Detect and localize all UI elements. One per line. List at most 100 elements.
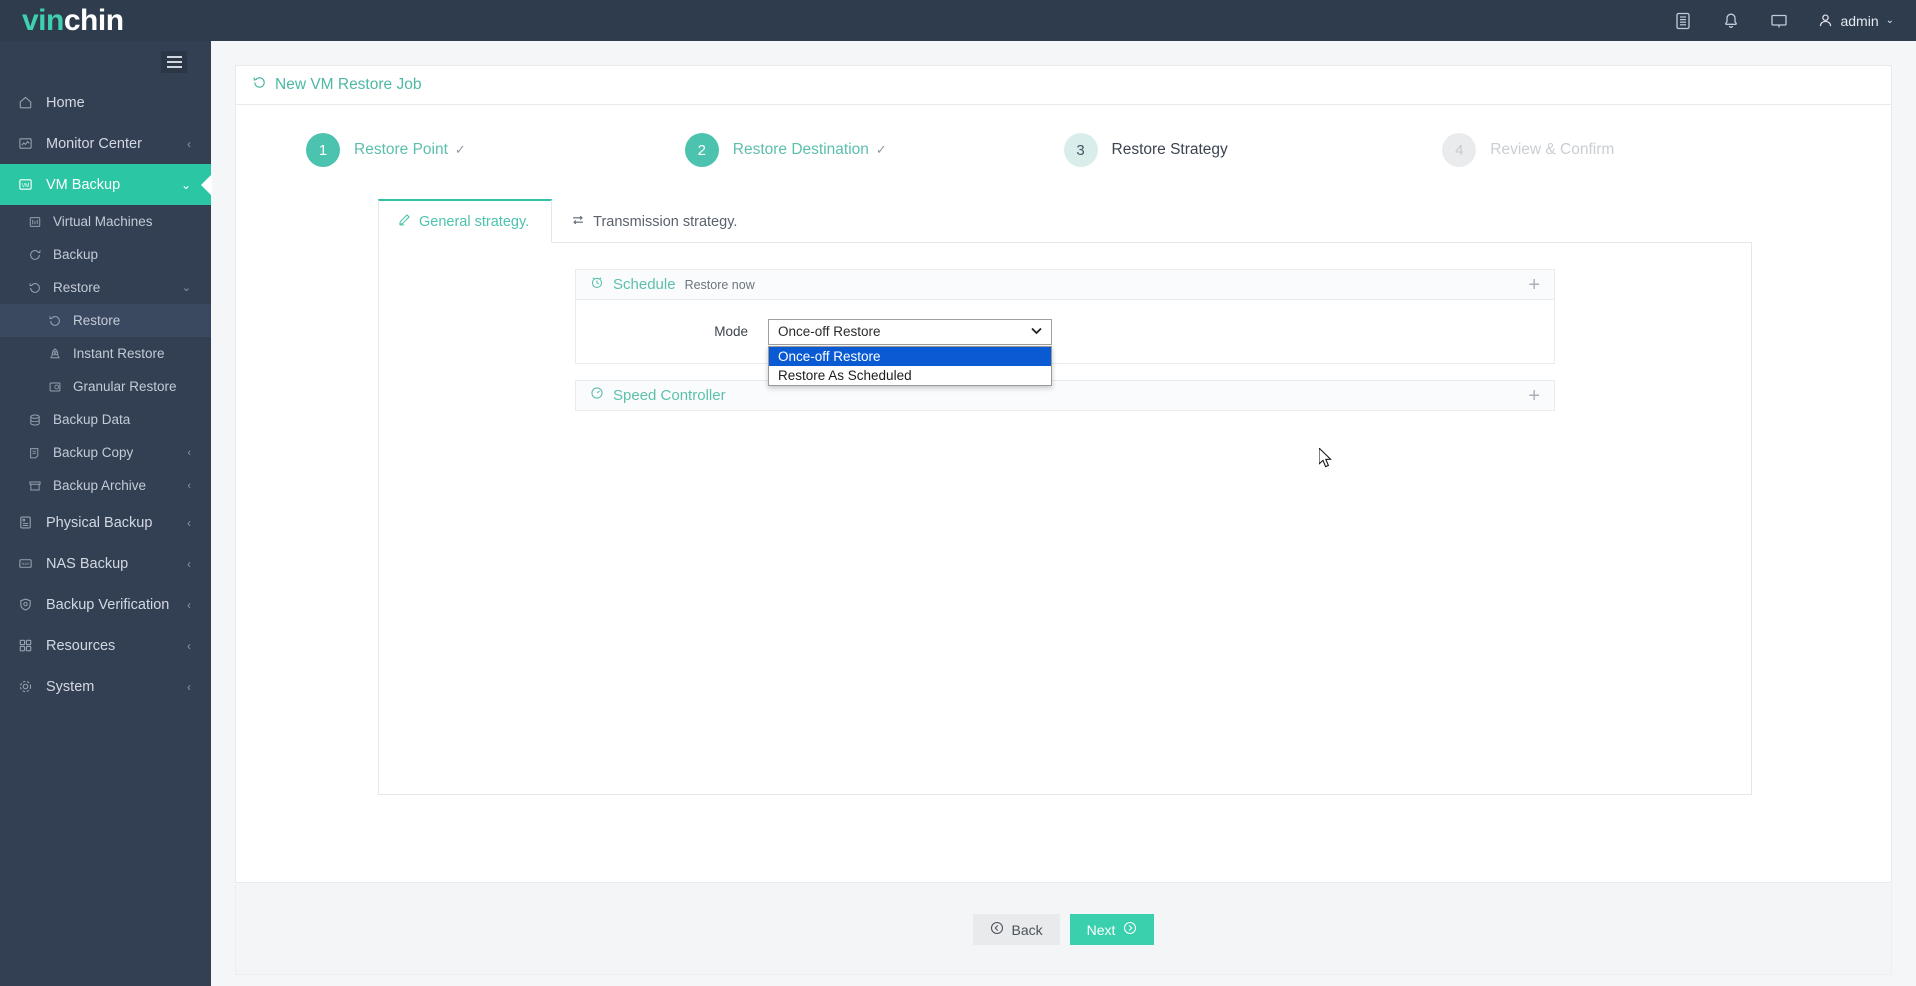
restore-icon [48,314,70,328]
sidebar-item-label: Granular Restore [73,379,177,394]
sidebar-item-virtual-machines[interactable]: Virtual Machines [0,205,211,238]
chevron-left-icon: ‹ [187,638,191,653]
mode-select-wrapper: Once-off Restore Once-off Restore Restore… [768,318,1052,386]
chevron-left-icon: ‹ [187,597,191,612]
wizard-footer: Back Next [235,885,1892,975]
sidebar-item-backup-data[interactable]: Backup Data [0,403,211,436]
hamburger-menu-icon[interactable] [161,50,187,73]
sidebar-item-label: Backup Verification [46,596,170,613]
sidebar-item-backup-copy[interactable]: Backup Copy ‹ [0,436,211,469]
sidebar-item-label: Physical Backup [46,514,153,531]
back-button-label: Back [1011,921,1043,938]
mode-option[interactable]: Once-off Restore [769,346,1051,366]
mode-select[interactable]: Once-off Restore [768,318,1052,345]
sidebar-item-monitor-center[interactable]: Monitor Center ‹ [0,123,211,164]
granular-icon [48,380,70,394]
schedule-section-subtitle: Restore now [684,277,755,292]
speed-controller-section-header[interactable]: Speed Controller + [575,380,1555,411]
sidebar-item-label: VM Backup [46,176,121,193]
sidebar-item-label: Backup Archive [53,478,147,493]
tab-general-strategy-label: General strategy. [419,214,530,230]
home-icon [18,95,42,110]
sidebar-item-label: Instant Restore [73,346,165,361]
arrow-right-circle-icon [1123,921,1137,938]
user-menu[interactable]: admin ⌄ [1818,13,1894,29]
sidebar-item-nas-backup[interactable]: NAS NAS Backup ‹ [0,543,211,584]
chevron-down-icon: ⌄ [181,282,191,294]
sidebar-item-backup[interactable]: Backup [0,238,211,271]
schedule-expand-icon[interactable]: + [1528,275,1540,295]
sidebar-item-home[interactable]: Home [0,82,211,123]
tab-bar: General strategy. Transmission strategy. [378,199,1752,243]
alarm-clock-icon [590,275,604,294]
tab-transmission-strategy-label: Transmission strategy. [593,213,738,230]
chevron-left-icon: ‹ [187,679,191,694]
sidebar-item-label: System [46,678,95,695]
svg-text:NAS: NAS [21,561,29,566]
nas-icon: NAS [18,556,42,571]
wizard-step-2[interactable]: 2 Restore Destination ✓ [684,133,1064,167]
pencil-icon [397,213,411,231]
speed-controller-section: Speed Controller + [575,380,1555,411]
mode-option[interactable]: Restore As Scheduled [769,366,1051,385]
page-header: New VM Restore Job [235,65,1892,104]
chevron-down-icon: ⌄ [1885,15,1894,26]
back-button[interactable]: Back [972,914,1060,945]
sidebar-item-vm-backup[interactable]: VM VM Backup ⌄ [0,164,211,205]
chevron-left-icon: ‹ [187,446,191,459]
sidebar: Home Monitor Center ‹ VM VM Backup ⌄ Virtual M… [0,41,211,986]
server-icon [28,215,50,229]
wizard-step-label: Review & Confirm [1490,141,1615,158]
sidebar-item-instant-restore[interactable]: Instant Restore [0,337,211,370]
monitor-chart-icon [18,136,42,151]
chevron-left-icon: ‹ [187,515,191,530]
sidebar-item-physical-backup[interactable]: Physical Backup ‹ [0,502,211,543]
rocket-icon [48,347,70,361]
grid-icon [18,638,42,653]
sidebar-nav-list: Home Monitor Center ‹ VM VM Backup ⌄ Virtual M… [0,82,211,707]
wizard-step-label: Restore Strategy [1111,141,1228,158]
vm-icon: VM [18,177,42,192]
logo-part-b: chin [63,4,124,37]
schedule-section-body: Mode Once-off Restore Once-off Restore Re… [575,300,1555,386]
avatar-icon [1820,14,1832,27]
wizard-step-1[interactable]: 1 Restore Point ✓ [306,133,685,167]
monitor-icon[interactable] [1770,12,1788,30]
tab-transmission-strategy[interactable]: Transmission strategy. [552,199,760,243]
check-icon: ✓ [454,142,466,157]
bell-icon[interactable] [1722,12,1740,30]
copy-icon [28,446,50,460]
wizard-step-label: Restore Destination [732,141,869,158]
wizard-step-3[interactable]: 3 Restore Strategy [1063,133,1443,167]
shield-check-icon [18,597,42,612]
chevron-down-icon [1031,326,1042,338]
mode-select-value: Once-off Restore [778,324,881,339]
sidebar-item-backup-verification[interactable]: Backup Verification ‹ [0,584,211,625]
topbar-icon-group: admin ⌄ [1674,12,1916,30]
restore-icon [28,281,50,295]
wizard-step-label-wrap: Restore Point ✓ [354,141,466,159]
app-logo[interactable]: vinchin [0,0,211,41]
tab-general-strategy[interactable]: General strategy. [378,199,553,243]
mode-select-dropdown[interactable]: Once-off Restore Restore As Scheduled [768,345,1052,386]
wizard-step-4[interactable]: 4 Review & Confirm [1442,133,1821,167]
sidebar-item-label: Backup [53,247,99,262]
sidebar-item-granular-restore[interactable]: Granular Restore [0,370,211,403]
sidebar-item-system[interactable]: System ‹ [0,666,211,707]
check-icon: ✓ [875,142,887,157]
document-icon[interactable] [1674,12,1692,30]
general-strategy-panel: Schedule Restore now + Mode Once-off Res… [378,243,1752,795]
schedule-section-title: Schedule [613,276,676,293]
sidebar-item-backup-archive[interactable]: Backup Archive ‹ [0,469,211,502]
sidebar-item-restore[interactable]: Restore [0,304,211,337]
restore-icon [252,75,267,95]
wizard-step-number: 3 [1063,133,1098,167]
wizard-step-number: 2 [684,133,719,167]
sidebar-item-label: Backup Data [53,412,131,427]
schedule-section-header[interactable]: Schedule Restore now + [575,269,1555,300]
sidebar-item-restore[interactable]: Restore ⌄ [0,271,211,304]
sidebar-item-resources[interactable]: Resources ‹ [0,625,211,666]
speed-controller-expand-icon[interactable]: + [1528,386,1540,406]
next-button[interactable]: Next [1069,914,1155,945]
